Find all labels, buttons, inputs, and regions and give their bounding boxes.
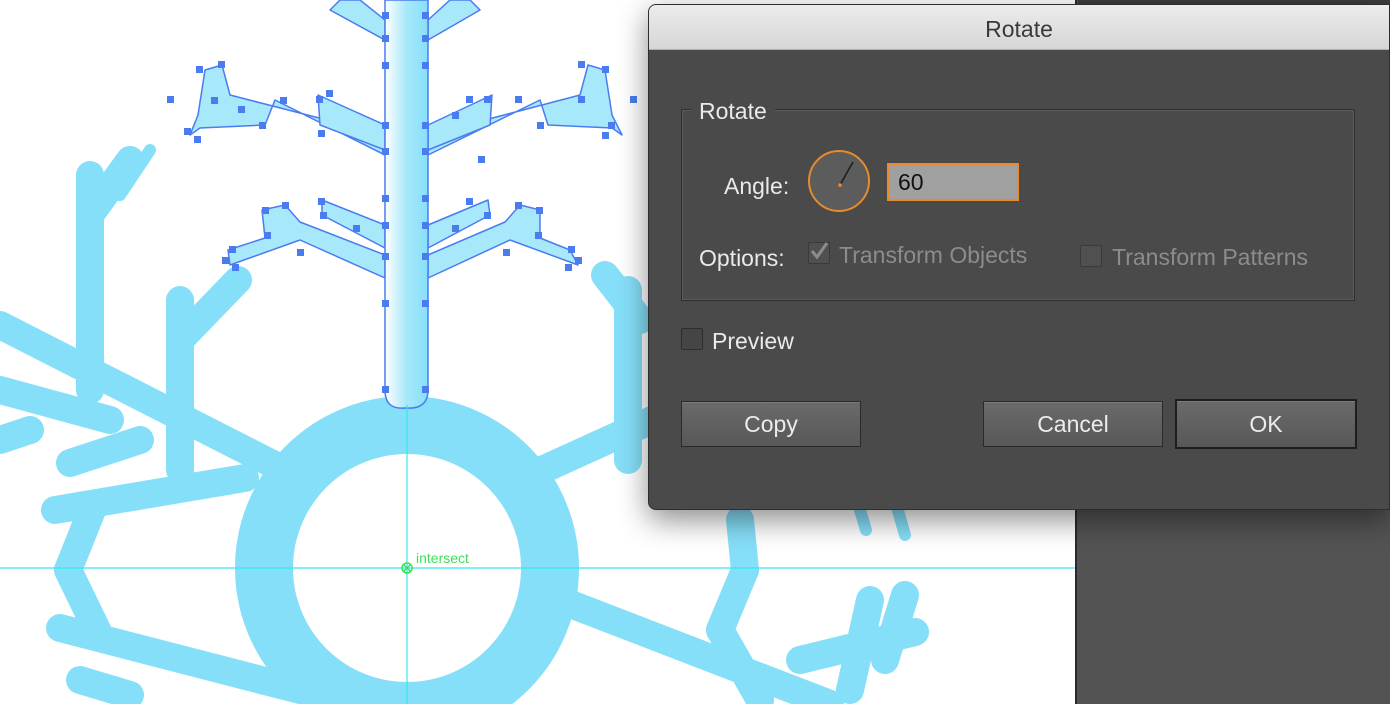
- dial-needle-icon: [838, 161, 854, 187]
- transform-objects-label: Transform Objects: [839, 242, 1028, 268]
- rotate-group-label: Rotate: [691, 98, 775, 125]
- checkmark-icon: [810, 242, 829, 260]
- angle-input[interactable]: [887, 163, 1019, 201]
- ok-button[interactable]: OK: [1175, 399, 1357, 449]
- preview-checkbox[interactable]: [681, 328, 703, 350]
- dialog-titlebar[interactable]: Rotate: [649, 5, 1389, 50]
- options-label: Options:: [699, 245, 785, 271]
- selected-arm-stem[interactable]: [384, 0, 429, 409]
- cancel-button[interactable]: Cancel: [983, 401, 1163, 447]
- dialog-title: Rotate: [985, 16, 1053, 42]
- angle-dial[interactable]: [808, 150, 870, 212]
- smart-guide-label: intersect: [416, 550, 469, 566]
- transform-patterns-checkbox[interactable]: [1080, 245, 1102, 267]
- transform-objects-checkbox[interactable]: [808, 242, 830, 264]
- copy-button[interactable]: Copy: [681, 401, 861, 447]
- rotate-dialog: Rotate Rotate Angle: Options: Transform …: [648, 4, 1390, 510]
- transform-patterns-label: Transform Patterns: [1112, 244, 1308, 270]
- angle-label: Angle:: [724, 173, 790, 199]
- rotate-group-box: [681, 109, 1355, 301]
- preview-label[interactable]: Preview: [712, 328, 794, 355]
